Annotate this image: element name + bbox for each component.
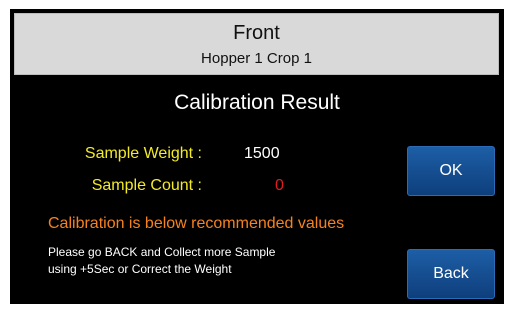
calibration-screen: Front Hopper 1 Crop 1 Calibration Result… bbox=[10, 9, 504, 304]
header-title: Front bbox=[233, 22, 280, 44]
back-button[interactable]: Back bbox=[407, 249, 495, 299]
sample-count-label: Sample Count : bbox=[91, 177, 202, 194]
ok-button[interactable]: OK bbox=[407, 146, 495, 196]
sample-count-value: 0 bbox=[275, 177, 284, 194]
help-text: Please go BACK and Collect more Sample u… bbox=[48, 244, 275, 278]
header-subtitle: Hopper 1 Crop 1 bbox=[201, 50, 312, 67]
help-line-1: Please go BACK and Collect more Sample bbox=[48, 245, 276, 259]
help-line-2: using +5Sec or Correct the Weight bbox=[48, 262, 232, 276]
calibration-warning: Calibration is below recommended values bbox=[48, 215, 345, 232]
sample-weight-value: 1500 bbox=[244, 145, 280, 162]
header-bar: Front Hopper 1 Crop 1 bbox=[14, 13, 499, 75]
sample-weight-label: Sample Weight : bbox=[84, 145, 202, 162]
calibration-result-title: Calibration Result bbox=[174, 91, 340, 114]
